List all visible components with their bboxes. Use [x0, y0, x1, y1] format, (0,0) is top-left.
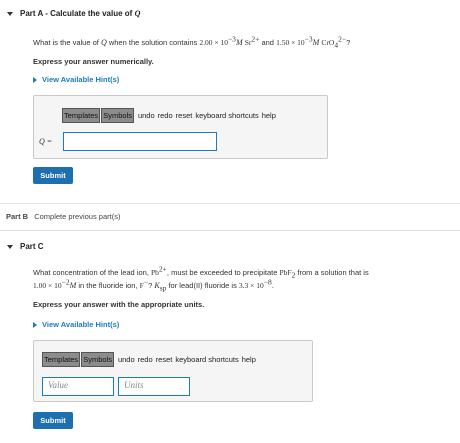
part-b-status: Complete previous part(s): [34, 212, 121, 221]
keyboard-shortcuts-button[interactable]: keyboard shortcuts: [175, 355, 238, 364]
part-c-submit-button[interactable]: Submit: [33, 412, 73, 429]
expand-caret-icon: [33, 76, 37, 83]
q-answer-input[interactable]: [63, 132, 217, 151]
part-a-title: Part A - Calculate the value of: [20, 9, 133, 18]
part-a-header[interactable]: Part A - Calculate the value of Q: [7, 9, 140, 18]
keyboard-shortcuts-button[interactable]: keyboard shortcuts: [195, 111, 258, 120]
part-c-question-line2: 1.00 × 10−2M in the fluoride ion, F−? Ks…: [33, 277, 274, 293]
templates-button[interactable]: Templates: [42, 352, 81, 367]
collapse-caret-icon[interactable]: [7, 244, 13, 249]
value-placeholder: Value: [48, 380, 68, 390]
units-placeholder: Units: [124, 380, 144, 390]
q-input-label: Q =: [39, 137, 53, 146]
units-input[interactable]: Units: [118, 377, 190, 396]
redo-button[interactable]: redo: [158, 111, 173, 120]
help-button[interactable]: help: [262, 111, 276, 120]
part-b-row: Part B Complete previous part(s): [6, 212, 120, 221]
reset-button[interactable]: reset: [176, 111, 193, 120]
part-a-submit-button[interactable]: Submit: [33, 167, 73, 184]
part-c-title: Part C: [20, 242, 44, 251]
part-c-answer-box: Templates Symbols undo redo reset keyboa…: [33, 340, 313, 402]
part-c-hint-link[interactable]: View Available Hint(s): [33, 320, 119, 329]
part-c-header[interactable]: Part C: [7, 242, 44, 251]
section-divider: [0, 230, 460, 231]
section-divider: [0, 203, 460, 204]
part-a-hint-link[interactable]: View Available Hint(s): [33, 75, 119, 84]
help-button[interactable]: help: [242, 355, 256, 364]
part-c-toolbar: Templates Symbols undo redo reset keyboa…: [42, 352, 256, 367]
value-input[interactable]: Value: [42, 377, 114, 396]
templates-button[interactable]: Templates: [62, 108, 101, 123]
symbols-button[interactable]: Symbols: [81, 352, 114, 367]
redo-button[interactable]: redo: [138, 355, 153, 364]
undo-button[interactable]: undo: [118, 355, 135, 364]
collapse-caret-icon[interactable]: [7, 11, 13, 16]
part-c-question-line1: What concentration of the lead ion, Pb2+…: [33, 264, 369, 280]
part-c-instructions: Express your answer with the appropriate…: [33, 300, 205, 309]
expand-caret-icon: [33, 321, 37, 328]
part-a-question: What is the value of Q when the solution…: [33, 34, 351, 50]
reset-button[interactable]: reset: [156, 355, 173, 364]
part-a-title-var: Q: [134, 9, 141, 18]
undo-button[interactable]: undo: [138, 111, 155, 120]
part-b-label: Part B: [6, 212, 29, 221]
part-a-toolbar: Templates Symbols undo redo reset keyboa…: [62, 108, 276, 123]
part-a-instructions: Express your answer numerically.: [33, 57, 154, 66]
symbols-button[interactable]: Symbols: [101, 108, 134, 123]
part-a-answer-box: Templates Symbols undo redo reset keyboa…: [33, 95, 328, 159]
